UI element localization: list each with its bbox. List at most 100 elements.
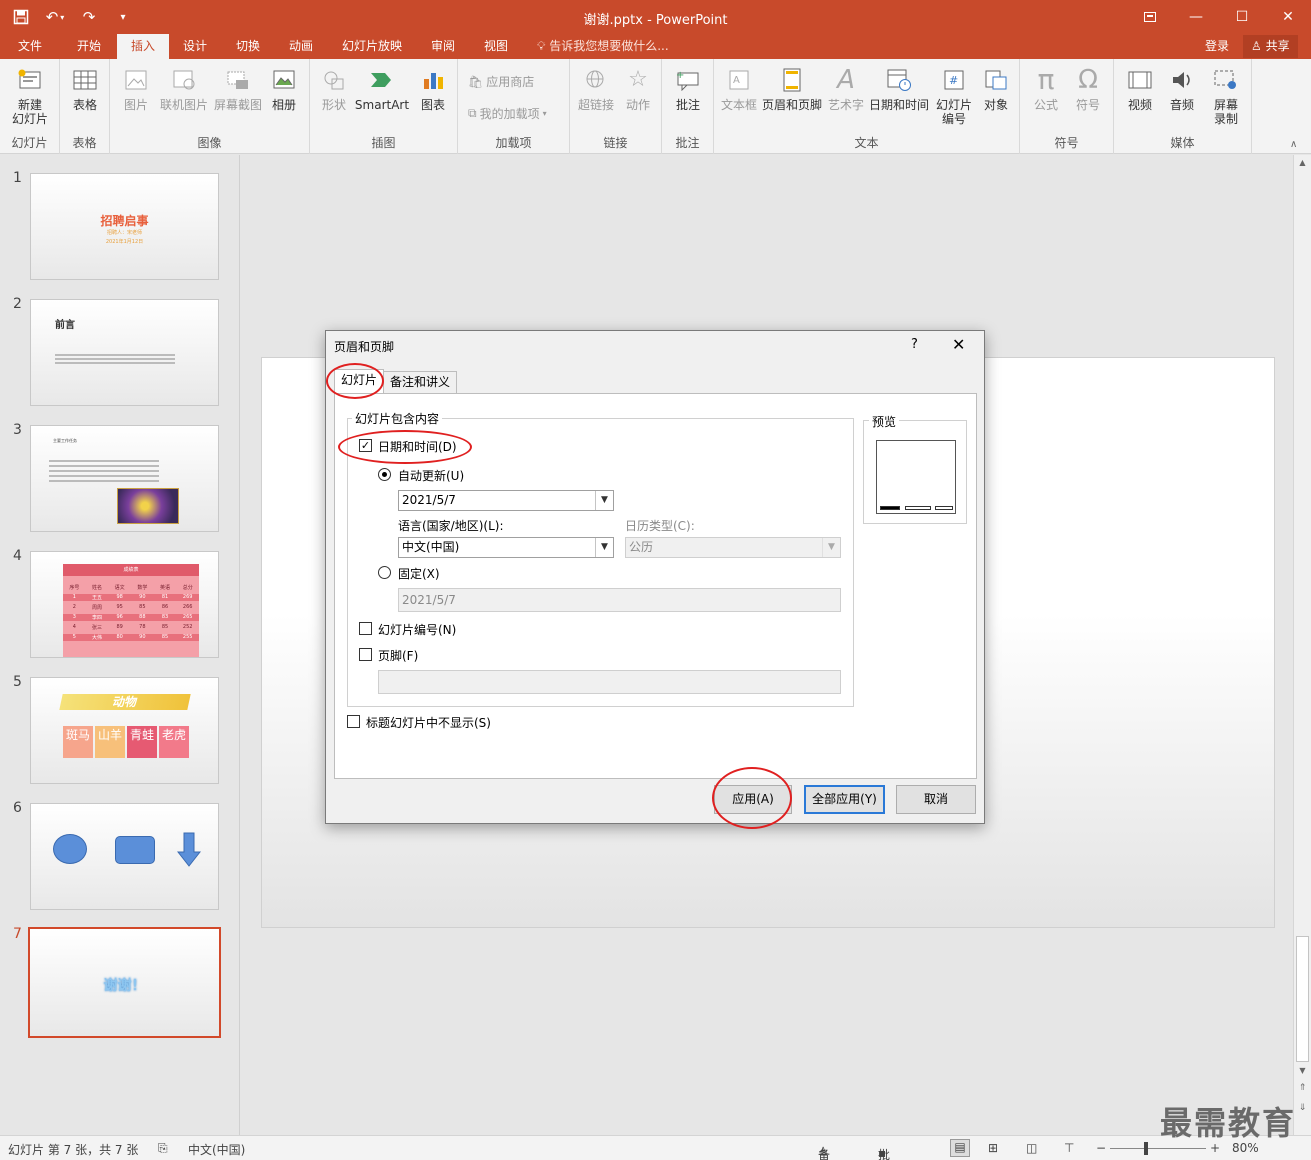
chevron-down-icon: ▼ (595, 538, 613, 557)
slide-thumbnail-4[interactable]: 成绩表 序号 姓名 语文 数学 英语 总分 1 王五 98 90 81 269 2 周周 95… (30, 551, 219, 658)
ribbon-display-icon[interactable] (1127, 0, 1173, 34)
status-bar: 幻灯片 第 7 张，共 7 张 ⎘ 中文(中国) ≜ 备注 ▪ 批注 ▤ ⊞ ◫… (0, 1135, 1311, 1160)
hide-on-title-checkbox[interactable] (347, 715, 360, 728)
slide-thumbnail-5[interactable]: 动物 斑马 山羊 青蛙 老虎 (30, 677, 219, 784)
language-select[interactable]: 中文(中国) ▼ (398, 537, 614, 558)
apply-all-button[interactable]: 全部应用(Y) (804, 785, 885, 814)
my-addins-button[interactable]: ⧉ 我的加载项 ▾ (468, 105, 547, 122)
photo-album-button[interactable]: 相册 (266, 65, 302, 112)
shapes-button[interactable]: 形状 (316, 65, 352, 112)
new-slide-button[interactable]: 新建 幻灯片 (4, 65, 56, 126)
group-text: A 文本框 页眉和页脚 A 艺术字 日期和时间 # 幻灯片 编号 对象 文本 (714, 59, 1020, 154)
tab-home[interactable]: 开始 (66, 34, 112, 59)
picture-button[interactable]: 图片 (118, 65, 154, 112)
slide-thumbnail-1[interactable]: 招聘启事 招聘人：宋老师 2021年1月12日 (30, 173, 219, 280)
tab-review[interactable]: 审阅 (421, 34, 465, 59)
slide-thumbnail-3[interactable]: 主要工作任务 (30, 425, 219, 532)
fixed-radio[interactable] (378, 566, 391, 579)
tab-design[interactable]: 设计 (173, 34, 217, 59)
help-icon[interactable]: ? (911, 337, 918, 352)
next-slide-icon[interactable]: ⇓ (1294, 1103, 1311, 1119)
auto-update-radio[interactable] (378, 468, 391, 481)
slide-thumbnail-pane: 1 招聘启事 招聘人：宋老师 2021年1月12日 2 前言 3 主要工作任务 … (0, 155, 240, 1135)
close-icon[interactable]: ✕ (1265, 0, 1311, 34)
group-illustrations: 形状 SmartArt 图表 插图 (310, 59, 458, 154)
collapse-ribbon-icon[interactable]: ∧ (1290, 139, 1297, 150)
video-button[interactable]: 视频 (1120, 65, 1160, 112)
ribbon: 新建 幻灯片 幻灯片 表格 表格 图片 联机图片 屏幕截图 相册 图像 形状 S… (0, 59, 1311, 154)
header-footer-button[interactable]: 页眉和页脚 (760, 65, 824, 112)
footer-checkbox[interactable] (359, 648, 372, 661)
datetime-button[interactable]: 日期和时间 (868, 65, 930, 112)
table-icon (70, 65, 100, 95)
slide-number-button[interactable]: # 幻灯片 编号 (932, 65, 976, 126)
scroll-up-icon[interactable]: ▲ (1294, 155, 1311, 171)
tab-view[interactable]: 视图 (474, 34, 518, 59)
chart-button[interactable]: 图表 (414, 65, 452, 112)
store-button[interactable]: 🛍︎ 应用商店 (468, 73, 534, 90)
slide-thumbnail-7[interactable]: 谢谢！ (28, 927, 221, 1038)
object-button[interactable]: 对象 (976, 65, 1016, 112)
prev-slide-icon[interactable]: ⇑ (1294, 1083, 1311, 1099)
thumb-subtitle: 2021年1月12日 (105, 239, 144, 245)
table-button[interactable]: 表格 (65, 65, 105, 112)
slide-thumbnail-6[interactable] (30, 803, 219, 910)
audio-button[interactable]: 音频 (1162, 65, 1202, 112)
screenshot-button[interactable]: 屏幕截图 (212, 65, 264, 112)
slide-number-checkbox[interactable] (359, 622, 372, 635)
zoom-out-icon[interactable]: − (1096, 1141, 1106, 1155)
language-status[interactable]: 中文(中国) (188, 1141, 245, 1158)
slide-number: 7 (13, 926, 22, 942)
language-label: 语言(国家/地区)(L): (398, 519, 504, 533)
zoom-slider[interactable] (1110, 1148, 1206, 1149)
comment-button[interactable]: + 批注 (668, 65, 708, 112)
symbol-button[interactable]: Ω 符号 (1068, 65, 1108, 112)
tab-slideshow[interactable]: 幻灯片放映 (332, 34, 412, 59)
group-media: 视频 音频 屏幕 录制 媒体 (1114, 59, 1252, 154)
tell-me-search[interactable]: 💡︎ 告诉我您想要做什么... (537, 34, 669, 59)
smartart-button[interactable]: SmartArt (354, 65, 410, 112)
action-button[interactable]: ☆ 动作 (620, 65, 656, 113)
login-link[interactable]: 登录 (1205, 34, 1229, 59)
cancel-button[interactable]: 取消 (896, 785, 976, 814)
apply-button[interactable]: 应用(A) (714, 785, 792, 814)
normal-view-icon[interactable]: ▤ (950, 1139, 970, 1157)
reading-view-icon[interactable]: ◫ (1026, 1141, 1037, 1155)
tab-animations[interactable]: 动画 (279, 34, 323, 59)
slide-info: 幻灯片 第 7 张，共 7 张 (8, 1143, 139, 1157)
online-picture-button[interactable]: 联机图片 (156, 65, 212, 112)
online-picture-icon (169, 65, 199, 95)
slide-thumbnail-2[interactable]: 前言 (30, 299, 219, 406)
tab-file[interactable]: 文件 (8, 34, 52, 59)
minimize-icon[interactable]: — (1173, 0, 1219, 34)
slideshow-icon[interactable]: ⊤ (1064, 1141, 1074, 1155)
equation-button[interactable]: π 公式 (1026, 65, 1066, 113)
thumb-cell: 老虎 (159, 726, 189, 758)
calendar-clock-icon (884, 65, 914, 95)
scroll-thumb[interactable] (1296, 936, 1309, 1062)
slide-number: 4 (13, 548, 22, 564)
vertical-scrollbar[interactable]: ▲ ▼ ⇑ ⇓ (1293, 155, 1311, 1135)
window-controls: — ☐ ✕ (1127, 0, 1311, 34)
share-button[interactable]: ♙ 共享 (1243, 35, 1298, 58)
screen-record-button[interactable]: 屏幕 录制 (1206, 65, 1246, 126)
dialog-close-icon[interactable]: ✕ (952, 335, 965, 354)
tab-transitions[interactable]: 切换 (226, 34, 270, 59)
slide-sorter-icon[interactable]: ⊞ (988, 1141, 998, 1155)
hyperlink-button[interactable]: 超链接 (574, 65, 618, 112)
datetime-checkbox[interactable]: ✓ (359, 439, 372, 452)
scroll-down-icon[interactable]: ▼ (1294, 1063, 1311, 1079)
thumb-title: 主要工作任务 (53, 438, 77, 443)
tab-slide[interactable]: 幻灯片 (334, 369, 385, 394)
tab-notes-handouts[interactable]: 备注和讲义 (383, 371, 458, 393)
textbox-button[interactable]: A 文本框 (718, 65, 760, 112)
svg-text:+: + (676, 70, 684, 81)
maximize-icon[interactable]: ☐ (1219, 0, 1265, 34)
dialog-title: 页眉和页脚 (334, 340, 395, 354)
zoom-slider-thumb[interactable] (1144, 1142, 1148, 1155)
wordart-button[interactable]: A 艺术字 (824, 65, 868, 112)
spellcheck-icon[interactable]: ⎘ (158, 1141, 168, 1156)
speaker-icon (1167, 65, 1197, 95)
auto-update-date-select[interactable]: 2021/5/7 ▼ (398, 490, 614, 511)
tab-insert[interactable]: 插入 (117, 34, 169, 59)
